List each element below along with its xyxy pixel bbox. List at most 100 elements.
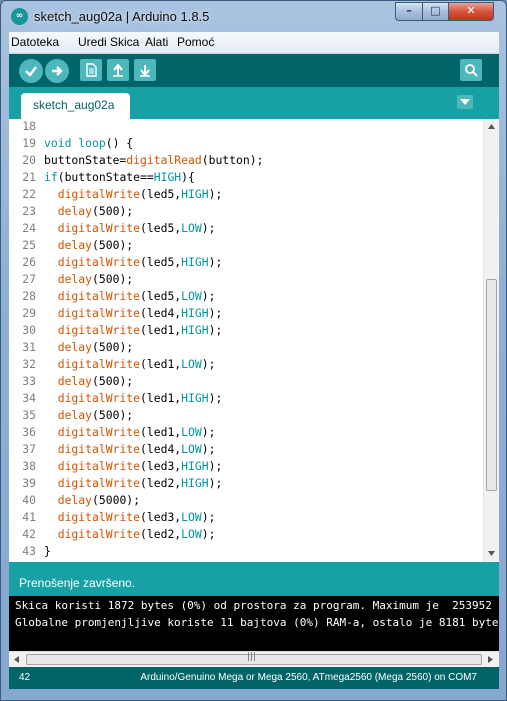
code-token: (led1, — [140, 357, 182, 371]
save-button[interactable] — [134, 59, 156, 81]
function-token: delay — [57, 238, 93, 252]
verify-button[interactable] — [19, 59, 43, 83]
code-line[interactable]: 22 digitalWrite(led5,HIGH); — [9, 187, 483, 204]
code-line[interactable]: 36 digitalWrite(led1,LOW); — [9, 425, 483, 442]
code-token: ); — [201, 527, 216, 541]
code-line[interactable]: 33 delay(500); — [9, 374, 483, 391]
vertical-scroll-thumb[interactable] — [486, 279, 497, 491]
code-token: buttonState= — [44, 153, 127, 167]
code-line[interactable]: 37 digitalWrite(led4,LOW); — [9, 442, 483, 459]
arduino-logo-icon: ∞ — [11, 8, 28, 25]
code-token: ); — [201, 425, 216, 439]
keyword-token: LOW — [181, 425, 202, 439]
code-line[interactable]: 39 digitalWrite(led2,HIGH); — [9, 476, 483, 493]
board-info: Arduino/Genuino Mega or Mega 2560, ATmeg… — [140, 672, 477, 683]
horizontal-scrollbar[interactable]: ||| — [9, 651, 499, 667]
code-token: (500); — [92, 238, 134, 252]
tab-sketch[interactable]: sketch_aug02a — [21, 93, 130, 119]
function-token: digitalWrite — [57, 391, 141, 405]
menu-edit[interactable]: Uredi — [78, 35, 107, 49]
code-area[interactable]: 18 19 void loop() {20 buttonState=digitalRe… — [9, 119, 483, 562]
scroll-up-icon[interactable] — [488, 124, 495, 129]
tab-menu-button[interactable] — [457, 95, 473, 109]
code-line[interactable]: 38 digitalWrite(led3,HIGH); — [9, 459, 483, 476]
line-number: 40 — [22, 493, 36, 507]
code-line[interactable]: 25 delay(500); — [9, 238, 483, 255]
code-line[interactable]: 18 — [9, 119, 483, 136]
console-output[interactable]: Skica koristi 1872 bytes (0%) od prostor… — [9, 596, 499, 651]
code-line[interactable]: 35 delay(500); — [9, 408, 483, 425]
code-line[interactable]: 43} — [9, 544, 483, 561]
code-token: ); — [208, 306, 223, 320]
line-number-indicator: 42 — [19, 672, 31, 683]
scroll-right-icon[interactable] — [488, 656, 493, 663]
upload-button[interactable] — [45, 59, 69, 83]
new-icon — [86, 63, 97, 77]
upload-icon — [52, 66, 63, 76]
code-text: digitalWrite(led2,LOW); — [44, 527, 216, 541]
menu-tools[interactable]: Alati — [145, 35, 168, 49]
function-token: digitalWrite — [57, 459, 141, 473]
code-editor[interactable]: 18 19 void loop() {20 buttonState=digitalRe… — [9, 119, 499, 562]
code-text: delay(500); — [44, 408, 133, 422]
code-line[interactable]: 30 digitalWrite(led1,HIGH); — [9, 323, 483, 340]
code-token: (led5, — [140, 187, 182, 201]
code-text: digitalWrite(led5,HIGH); — [44, 255, 223, 269]
code-line[interactable]: 21 if(buttonState==HIGH){ — [9, 170, 483, 187]
code-line[interactable]: 27 delay(500); — [9, 272, 483, 289]
code-text: digitalWrite(led1,LOW); — [44, 425, 216, 439]
line-number: 35 — [22, 408, 36, 422]
code-line[interactable]: 26 digitalWrite(led5,HIGH); — [9, 255, 483, 272]
scroll-left-icon[interactable] — [14, 656, 19, 663]
minimize-button[interactable]: – — [395, 2, 423, 21]
code-text: digitalWrite(led5,HIGH); — [44, 187, 223, 201]
code-token: () { — [105, 136, 134, 150]
function-token: delay — [57, 204, 93, 218]
code-line[interactable]: 34 digitalWrite(led1,HIGH); — [9, 391, 483, 408]
verify-icon — [25, 66, 37, 77]
code-token: ) — [181, 170, 189, 184]
keyword-token: HIGH — [181, 459, 209, 473]
menu-help[interactable]: Pomoć — [177, 35, 214, 49]
new-button[interactable] — [80, 59, 102, 81]
keyword-token: LOW — [181, 357, 202, 371]
code-line[interactable]: 23 delay(500); — [9, 204, 483, 221]
function-token: digitalWrite — [57, 442, 141, 456]
code-line[interactable]: 28 digitalWrite(led5,LOW); — [9, 289, 483, 306]
horizontal-scroll-thumb[interactable]: ||| — [26, 652, 482, 665]
serial-monitor-button[interactable] — [460, 59, 482, 81]
code-line[interactable]: 32 digitalWrite(led1,LOW); — [9, 357, 483, 374]
code-line[interactable]: 31 delay(500); — [9, 340, 483, 357]
save-icon — [140, 65, 150, 77]
scroll-down-icon[interactable] — [488, 551, 495, 556]
function-token: digitalWrite — [57, 306, 141, 320]
title-bar[interactable]: ∞ sketch_aug02a | Arduino 1.8.5 – □ ✕ — [1, 1, 506, 31]
keyword-token: HIGH — [181, 323, 209, 337]
code-line[interactable]: 41 digitalWrite(led3,LOW); — [9, 510, 483, 527]
code-line[interactable]: 40 delay(5000); — [9, 493, 483, 510]
line-number: 18 — [22, 119, 36, 133]
menu-sketch[interactable]: Skica — [110, 35, 139, 49]
code-line[interactable]: 19 void loop() { — [9, 136, 483, 153]
window-title: sketch_aug02a | Arduino 1.8.5 — [34, 9, 210, 24]
open-icon — [113, 63, 123, 77]
menu-file[interactable]: Datoteka — [11, 35, 59, 49]
code-line[interactable]: 42 digitalWrite(led2,LOW); — [9, 527, 483, 544]
vertical-scrollbar[interactable] — [483, 119, 499, 562]
keyword-token: HIGH — [153, 170, 182, 184]
console-line: Skica koristi 1872 bytes (0%) od prostor… — [15, 599, 499, 612]
code-line[interactable]: 24 digitalWrite(led5,LOW); — [9, 221, 483, 238]
maximize-button[interactable]: □ — [422, 2, 449, 21]
code-text: delay(500); — [44, 374, 133, 388]
code-line[interactable]: 29 digitalWrite(led4,HIGH); — [9, 306, 483, 323]
code-line[interactable]: 20 buttonState=digitalRead(button); — [9, 153, 483, 170]
keyword-token: HIGH — [181, 255, 209, 269]
close-button[interactable]: ✕ — [448, 2, 494, 21]
open-button[interactable] — [107, 59, 129, 81]
keyword-token: loop — [78, 136, 106, 150]
line-number: 22 — [22, 187, 36, 201]
